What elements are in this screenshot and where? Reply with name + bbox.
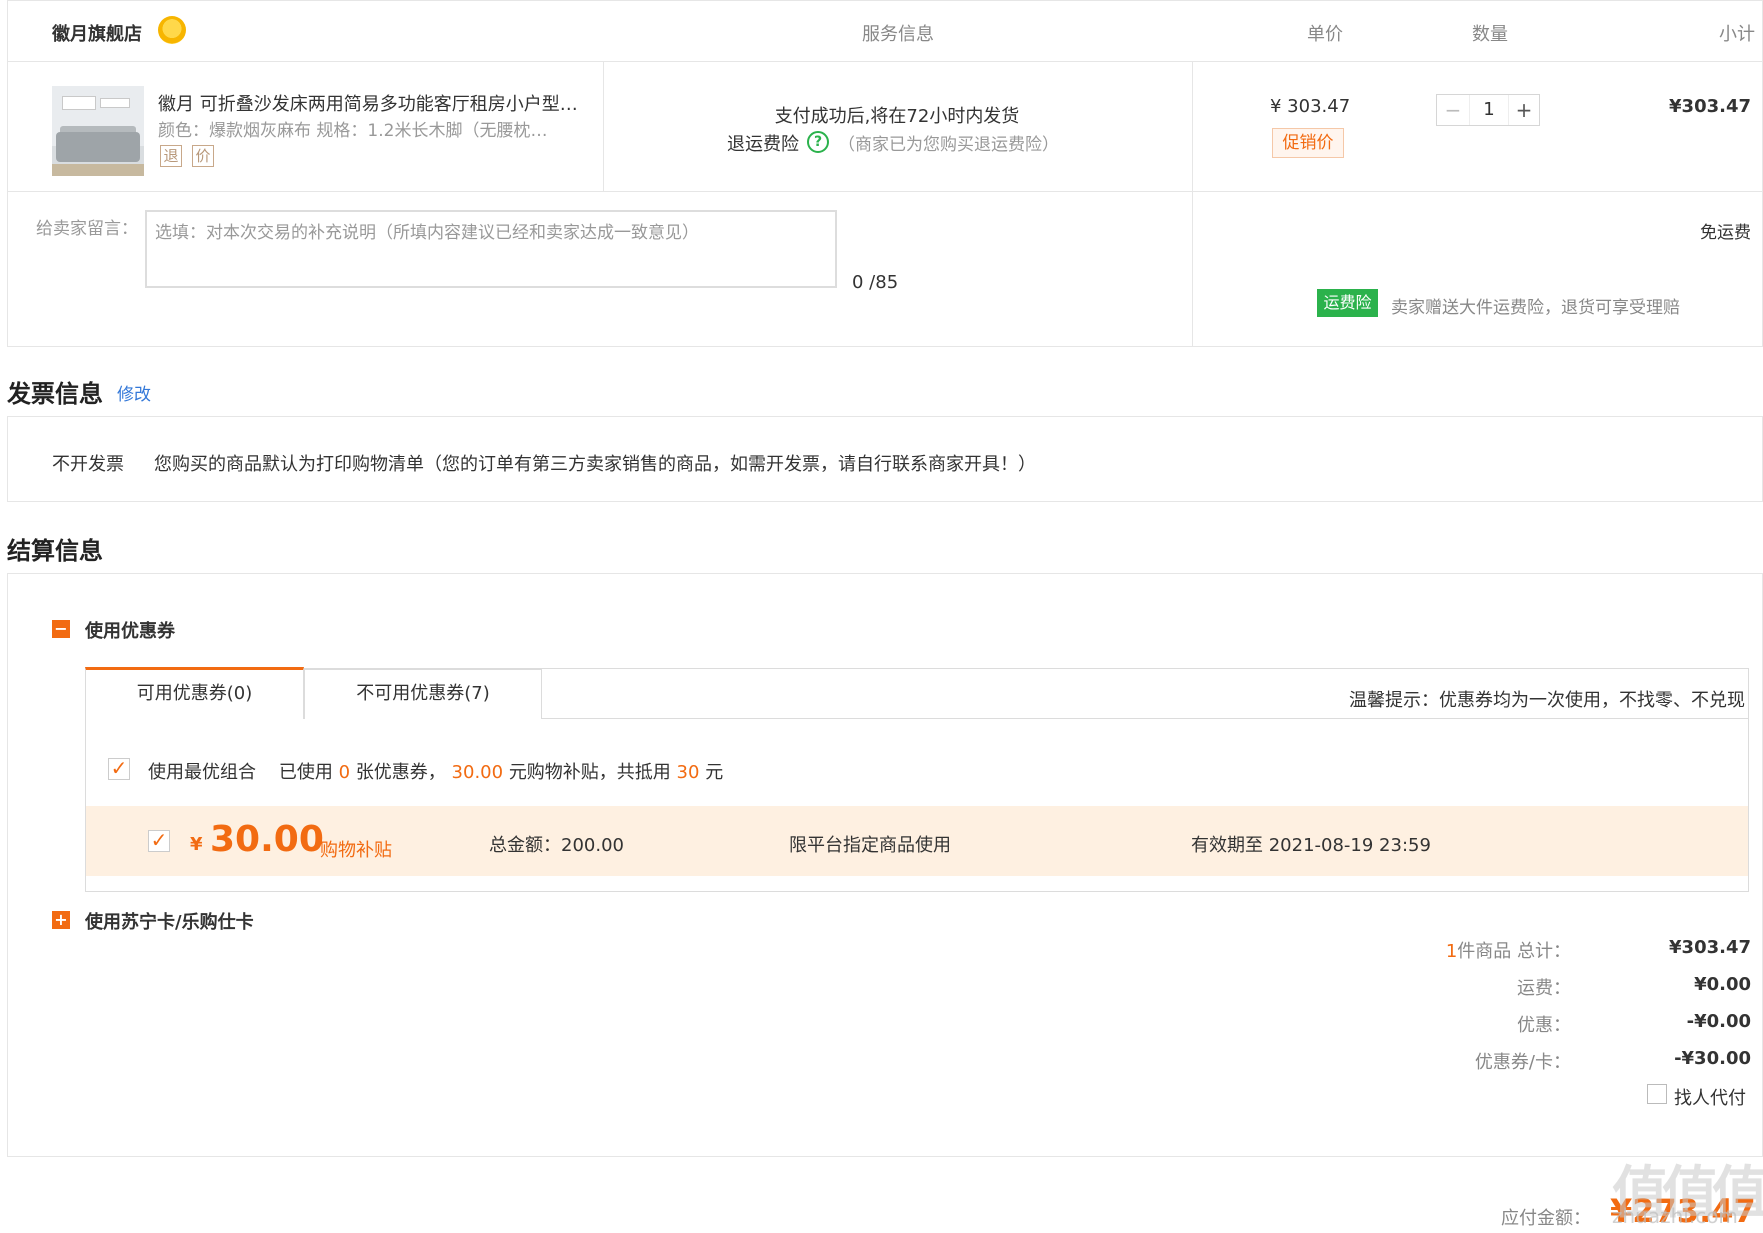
product-spec: 颜色：爆款烟灰麻布 规格：1.2米长木脚（无腰枕… — [158, 121, 548, 141]
settlement-section-title: 结算信息 — [7, 537, 103, 565]
total-off: 30 — [676, 762, 700, 783]
item-count: 1 — [1445, 941, 1458, 962]
quantity-input[interactable]: 1 — [1469, 95, 1509, 125]
summary-total-label: 1件商品 总计： — [1446, 937, 1571, 963]
column-subtotal: 小计 — [1719, 24, 1755, 45]
subsidy-suffix: 元购物补贴，共抵用 — [508, 762, 671, 783]
coupon-card-label: 优惠券/卡： — [1474, 1052, 1571, 1073]
delivery-note: 支付成功后,将在72小时内发货 — [774, 106, 1020, 127]
quantity-stepper: − 1 + — [1436, 94, 1540, 126]
pay-by-other-label[interactable]: 找人代付 — [1674, 1084, 1746, 1110]
watermark-text: zhuazhi.com — [1612, 1204, 1738, 1228]
message-label: 给卖家留言： — [36, 219, 138, 239]
invoice-edit-link[interactable]: 修改 — [117, 380, 151, 405]
used-mid: 张优惠券， — [355, 762, 446, 783]
coupon-card-value: -¥30.00 — [1674, 1048, 1751, 1069]
store-badge-icon — [158, 16, 186, 44]
shipping-insurance-text: 卖家赠送大件运费险，退货可享受理赔 — [1391, 298, 1680, 318]
column-service: 服务信息 — [862, 24, 934, 45]
use-card-label[interactable]: 使用苏宁卡/乐购仕卡 — [85, 908, 254, 934]
column-quantity: 数量 — [1472, 24, 1508, 45]
use-coupon-label[interactable]: 使用优惠券 — [85, 617, 175, 643]
free-shipping-text: 免运费 — [1700, 223, 1751, 243]
return-shipping-insurance-note: （商家已为您购买退运费险） — [838, 135, 1059, 155]
promo-price-badge: 促销价 — [1272, 128, 1344, 158]
optimal-combo-label[interactable]: 使用最优组合 — [148, 762, 256, 783]
coupon-scope: 限平台指定商品使用 — [789, 835, 951, 856]
tab-available-coupons[interactable]: 可用优惠券(0) — [85, 667, 304, 719]
decrease-button[interactable]: − — [1437, 95, 1469, 125]
divider — [1192, 62, 1193, 347]
coupon-kind: 购物补贴 — [320, 840, 392, 861]
pay-by-other-checkbox[interactable] — [1647, 1084, 1667, 1104]
return-shipping-insurance-label: 退运费险 — [727, 134, 799, 155]
freight-value: ¥0.00 — [1694, 974, 1751, 995]
optimal-combo-checkbox[interactable]: ✓ — [108, 758, 130, 780]
divider — [7, 191, 1763, 192]
price-protect-tag-icon: 价 — [192, 145, 214, 167]
discount-value: -¥0.00 — [1686, 1011, 1751, 1032]
help-icon[interactable]: ? — [807, 131, 829, 153]
subsidy-amount: 30.00 — [451, 762, 504, 783]
coupon-amount: 30.00 — [210, 819, 324, 860]
payable-label: 应付金额： — [1501, 1208, 1591, 1229]
coupon-currency: ¥ — [190, 834, 203, 855]
invoice-type: 不开发票 — [52, 454, 124, 475]
unit-price: ¥ 303.47 — [1270, 96, 1351, 117]
summary-total: ¥303.47 — [1669, 937, 1751, 958]
item-count-label: 件商品 总计： — [1457, 941, 1571, 962]
return-tag-icon: 退 — [160, 145, 182, 167]
invoice-description: 您购买的商品默认为打印购物清单（您的订单有第三方卖家销售的商品，如需开发票，请自… — [154, 454, 1036, 475]
collapse-coupon-icon[interactable]: − — [52, 620, 70, 638]
item-subtotal: ¥303.47 — [1669, 96, 1751, 117]
message-char-count: 0 /85 — [852, 272, 899, 293]
coupon-expiry: 有效期至 2021-08-19 23:59 — [1191, 835, 1431, 856]
tab-unavailable-coupons[interactable]: 不可用优惠券(7) — [304, 669, 542, 719]
tab-divider — [542, 718, 1749, 719]
coupon-checkbox[interactable]: ✓ — [148, 830, 170, 852]
increase-button[interactable]: + — [1509, 95, 1539, 125]
optimal-combo-text: 使用最优组合 已使用 0 张优惠券， 30.00 元购物补贴，共抵用 30 元 — [148, 758, 723, 784]
product-image[interactable] — [52, 86, 144, 176]
used-prefix: 已使用 — [278, 762, 333, 783]
shipping-insurance-badge: 运费险 — [1317, 289, 1378, 317]
freight-label: 运费： — [1517, 978, 1571, 999]
unit: 元 — [705, 762, 724, 783]
coupon-threshold: 总金额：200.00 — [489, 835, 624, 856]
product-title[interactable]: 徽月 可折叠沙发床两用简易多功能客厅租房小户型… — [158, 90, 578, 116]
store-name[interactable]: 徽月旗舰店 — [52, 20, 142, 46]
column-unit-price: 单价 — [1307, 24, 1343, 45]
discount-label: 优惠： — [1517, 1015, 1571, 1036]
expand-card-icon[interactable]: + — [52, 911, 70, 929]
invoice-section-title: 发票信息 — [7, 380, 103, 408]
coupon-tip: 温馨提示：优惠券均为一次使用，不找零、不兑现 — [1349, 690, 1745, 711]
message-textarea[interactable]: 选填：对本次交易的补充说明（所填内容建议已经和卖家达成一致意见） — [145, 210, 837, 288]
used-count: 0 — [338, 762, 351, 783]
